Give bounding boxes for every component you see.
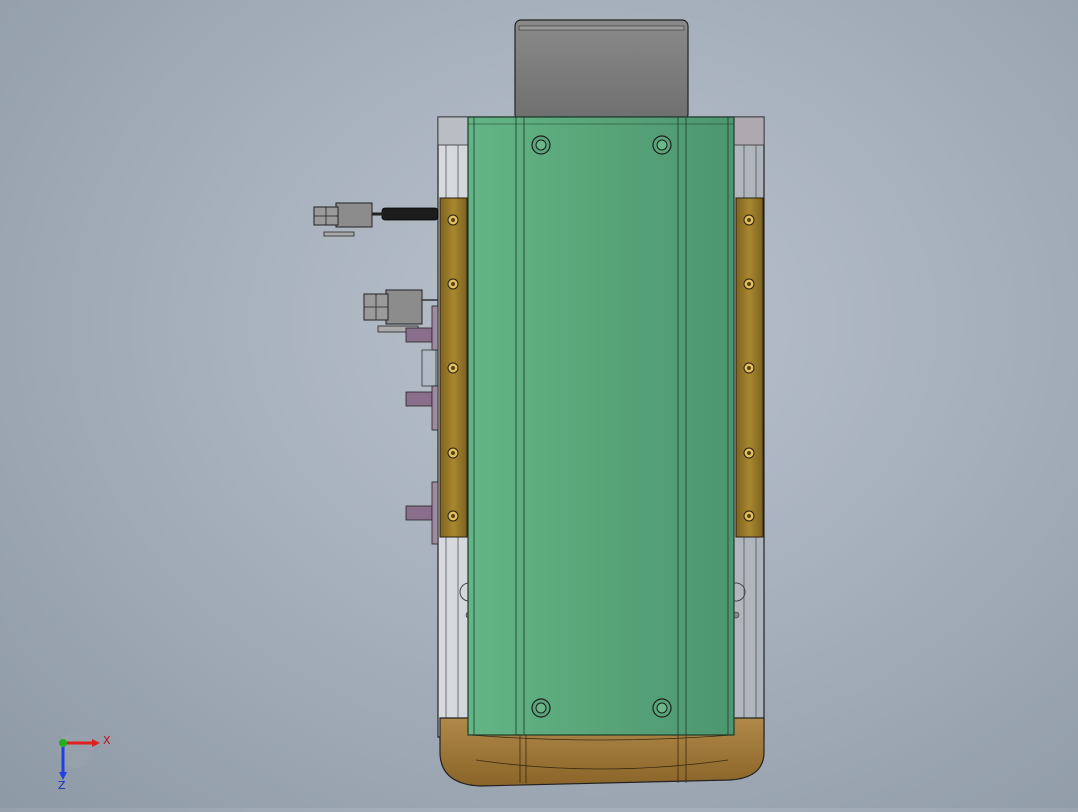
screw-head-icon <box>743 510 755 522</box>
cable-icon <box>372 207 439 221</box>
lower-connector-assembly[interactable] <box>363 289 438 333</box>
screw-head-icon <box>447 278 459 290</box>
coordinate-triad: X Z <box>58 732 111 792</box>
screw-head-icon <box>743 362 755 374</box>
screw-head-icon <box>447 447 459 459</box>
screw-head-icon <box>447 214 459 226</box>
connector-icon <box>313 202 373 237</box>
screw-head-icon <box>447 362 459 374</box>
motor-housing[interactable] <box>514 19 689 121</box>
carriage-plate[interactable] <box>467 116 735 736</box>
screw-head-icon <box>447 510 459 522</box>
upper-cable-assembly[interactable] <box>313 202 439 237</box>
screw-head-icon <box>743 278 755 290</box>
connector-icon <box>363 289 438 333</box>
screw-head-icon <box>652 698 672 718</box>
screw-head-icon <box>743 447 755 459</box>
screw-head-icon <box>743 214 755 226</box>
sensor-brackets[interactable] <box>405 305 439 545</box>
cad-viewport[interactable]: X Z <box>0 0 1078 808</box>
x-axis-label: X <box>103 734 111 747</box>
screw-head-icon <box>531 135 551 155</box>
screw-head-icon <box>531 698 551 718</box>
z-axis-label: Z <box>58 779 66 792</box>
screw-head-icon <box>652 135 672 155</box>
